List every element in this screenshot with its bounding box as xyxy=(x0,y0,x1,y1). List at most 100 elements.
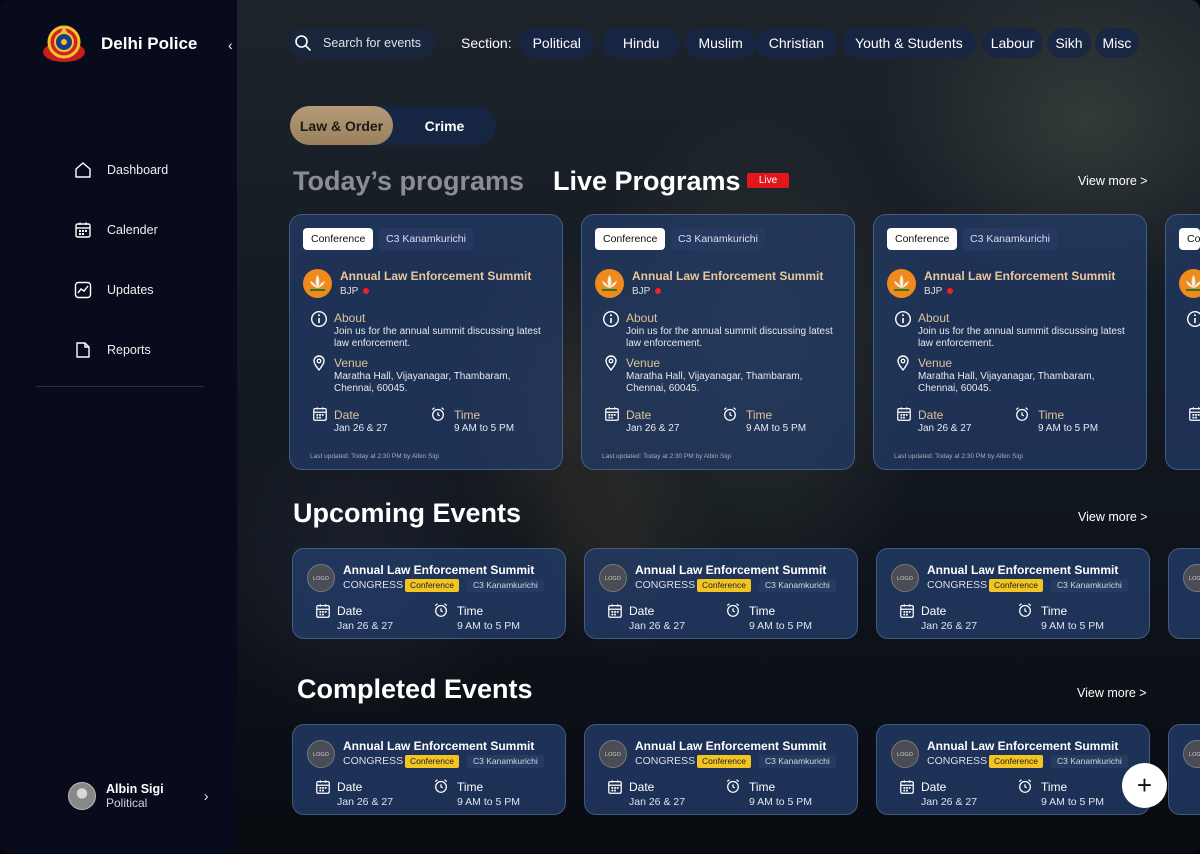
category-toggle: Law & Order Crime xyxy=(290,106,496,145)
time-value: 9 AM to 5 PM xyxy=(749,796,813,808)
upcoming-event-card[interactable]: LOGO Annual Law Enforcement Summit CONGRES… xyxy=(876,548,1150,639)
venue-text: Maratha Hall, Vijayanagar, Thambaram, Ch… xyxy=(626,371,803,394)
clock-icon xyxy=(433,602,449,623)
chart-icon xyxy=(74,281,92,299)
completed-event-card[interactable]: LOGO Annual Law Enforcement Summit CONGRES… xyxy=(876,724,1150,815)
location-pin-icon xyxy=(310,354,328,377)
event-logo-placeholder: LOGO xyxy=(891,740,919,768)
event-logo-placeholder: LOGO xyxy=(307,564,335,592)
time-value: 9 AM to 5 PM xyxy=(457,796,521,808)
location-pin-icon xyxy=(605,355,617,372)
live-program-card[interactable]: Conference C3 Kanamkurichi Annual Law Enfo… xyxy=(873,214,1147,470)
tab-live-programs[interactable]: Live Programs xyxy=(553,166,741,197)
calendar-icon xyxy=(1188,406,1200,427)
calendar-icon xyxy=(75,222,91,238)
calendar-icon xyxy=(899,779,915,800)
location-tag: C3 Kanamkurichi xyxy=(467,755,544,768)
party-name: BJP xyxy=(924,286,954,297)
add-event-button[interactable]: + xyxy=(1122,763,1167,808)
date-value: Jan 26 & 27 xyxy=(334,423,388,434)
calendar-icon xyxy=(605,407,619,421)
search-placeholder: Search for events xyxy=(323,36,421,50)
calendar-icon xyxy=(899,603,915,624)
event-type-tag: Conference xyxy=(303,228,374,250)
upcoming-events-heading: Upcoming Events xyxy=(293,498,522,528)
time-label: Time xyxy=(749,604,776,618)
date-label: Date xyxy=(629,604,655,618)
event-logo-placeholder: LOGO xyxy=(599,564,627,592)
about-label: About xyxy=(334,311,366,325)
date-label: Date xyxy=(337,780,363,794)
location-tag: C3 Kanamkurichi xyxy=(759,755,836,768)
venue-text: Maratha Hall, Vijayanagar, Thambaram, Ch… xyxy=(334,371,511,394)
view-more-completed-link[interactable]: View more > xyxy=(1077,686,1147,700)
brand[interactable]: Delhi Police xyxy=(41,22,197,66)
live-program-card[interactable]: Co xyxy=(1165,214,1200,470)
clock-icon xyxy=(726,779,740,793)
section-chip-sikh[interactable]: Sikh xyxy=(1047,28,1091,58)
collapse-sidebar-icon[interactable]: ‹ xyxy=(228,37,233,53)
date-label: Date xyxy=(629,780,655,794)
view-more-live-link[interactable]: View more > xyxy=(1078,174,1148,188)
date-value: Jan 26 & 27 xyxy=(921,796,978,808)
upcoming-event-card[interactable]: LOGO xyxy=(1168,548,1200,639)
sidebar-nav: Dashboard Calender Updates Reports xyxy=(73,140,168,380)
party-logo-icon xyxy=(303,269,332,303)
completed-events-heading: Completed Events xyxy=(297,674,533,704)
toggle-law-order[interactable]: Law & Order xyxy=(290,106,393,145)
date-value: Jan 26 & 27 xyxy=(629,620,686,632)
sidebar-item-dashboard[interactable]: Dashboard xyxy=(73,140,168,200)
live-program-card[interactable]: Conference C3 Kanamkurichi Annual Law Enfo… xyxy=(289,214,563,470)
calendar-icon xyxy=(316,780,330,794)
section-chip-misc[interactable]: Misc xyxy=(1094,28,1140,58)
date-label: Date xyxy=(921,780,947,794)
sidebar-item-updates[interactable]: Updates xyxy=(73,260,168,320)
clock-icon xyxy=(1014,406,1030,427)
upcoming-event-card[interactable]: LOGO Annual Law Enforcement Summit CONGRES… xyxy=(292,548,566,639)
info-icon xyxy=(1186,310,1200,333)
location-tag: C3 Kanamkurichi xyxy=(1051,579,1128,592)
info-icon xyxy=(602,310,620,333)
event-title: Annual Law Enforcement Summit xyxy=(924,269,1116,283)
location-tag: C3 Kanamkurichi xyxy=(759,579,836,592)
info-icon xyxy=(894,310,912,328)
chevron-right-icon[interactable]: › xyxy=(204,788,209,805)
section-chip-political[interactable]: Political xyxy=(519,28,594,58)
section-chip-muslim[interactable]: Muslim xyxy=(685,28,756,58)
section-chip-youth-students[interactable]: Youth & Students xyxy=(842,28,976,58)
section-chip-labour[interactable]: Labour xyxy=(981,28,1044,58)
about-text: Join us for the annual summit discussing… xyxy=(334,326,541,349)
party-name: CONGRESS xyxy=(927,755,988,767)
toggle-crime[interactable]: Crime xyxy=(393,106,496,145)
sidebar-item-calender[interactable]: Calender xyxy=(73,200,168,260)
about-label: About xyxy=(918,311,950,325)
time-value: 9 AM to 5 PM xyxy=(746,423,807,434)
event-logo-placeholder: LOGO xyxy=(1183,740,1200,768)
app-window: Delhi Police ‹ Dashboard Calender Update… xyxy=(0,0,1200,854)
report-icon xyxy=(76,342,90,358)
tab-todays-programs[interactable]: Today’s programs xyxy=(293,166,524,197)
venue-label: Venue xyxy=(626,356,661,370)
location-pin-icon xyxy=(894,354,912,377)
calendar-icon xyxy=(316,604,330,618)
completed-event-card[interactable]: LOGO xyxy=(1168,724,1200,815)
completed-event-card[interactable]: LOGO Annual Law Enforcement Summit CONGRES… xyxy=(292,724,566,815)
party-logo-icon xyxy=(887,269,916,298)
live-program-card[interactable]: Conference C3 Kanamkurichi Annual Law Enfo… xyxy=(581,214,855,470)
upcoming-event-card[interactable]: LOGO Annual Law Enforcement Summit CONGRES… xyxy=(584,548,858,639)
section-chip-christian[interactable]: Christian xyxy=(755,28,838,58)
completed-event-card[interactable]: LOGO Annual Law Enforcement Summit CONGRES… xyxy=(584,724,858,815)
section-chip-hindu[interactable]: Hindu xyxy=(601,28,681,58)
calendar-icon xyxy=(608,780,622,794)
party-name: CONGRESS xyxy=(635,755,696,767)
time-value: 9 AM to 5 PM xyxy=(749,620,813,632)
sidebar-item-reports[interactable]: Reports xyxy=(73,320,168,380)
event-logo-placeholder: LOGO xyxy=(307,740,335,768)
search-input[interactable]: Search for events xyxy=(289,28,435,58)
top-bar: Search for events Section: Political Hin… xyxy=(289,28,1140,58)
user-profile[interactable]: Albin Sigi Political › xyxy=(68,782,209,810)
event-title: Annual Law Enforcement Summit xyxy=(340,269,532,283)
info-icon xyxy=(1187,311,1200,327)
clock-icon xyxy=(1018,779,1032,793)
view-more-upcoming-link[interactable]: View more > xyxy=(1078,510,1148,524)
